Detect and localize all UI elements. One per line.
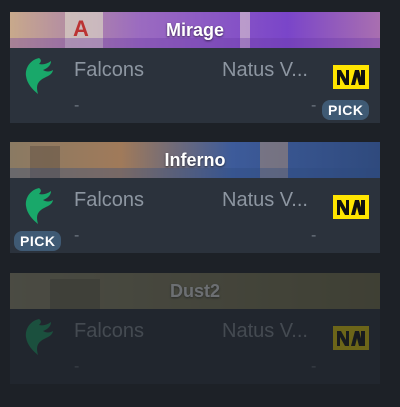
map-header: Dust2 [10,273,380,309]
score-right: - [311,227,317,244]
team-name-right: Natus V... [222,189,308,211]
team-name-left: Falcons [74,59,145,81]
navi-logo-icon [333,65,369,89]
map-header: Inferno [10,142,380,178]
map-name: Inferno [164,150,226,170]
falcons-logo-icon [25,319,53,355]
pick-badge: PICK [322,100,370,120]
map-name: Dust2 [169,281,220,301]
pick-badge: PICK [14,231,62,251]
falcons-logo-icon [25,58,53,94]
map-name: Mirage [165,20,225,40]
team-name-left: Falcons [74,189,145,211]
navi-logo-icon [333,326,369,350]
match-card[interactable]: Falcons Natus V... - - PICK [10,48,380,123]
team-name-right: Natus V... [222,320,308,342]
score-right: - [311,358,317,375]
match-card[interactable]: Falcons Natus V... - - PICK [10,178,380,253]
match-card[interactable]: Falcons Natus V... - - [10,309,380,384]
navi-logo-icon [333,195,369,219]
map-header: A Mirage [10,12,380,48]
team-name-right: Natus V... [222,59,308,81]
score-left: - [74,97,80,114]
score-left: - [74,358,80,375]
falcons-logo-icon [25,188,53,224]
score-right: - [311,97,317,114]
team-name-left: Falcons [74,320,145,342]
score-left: - [74,227,80,244]
